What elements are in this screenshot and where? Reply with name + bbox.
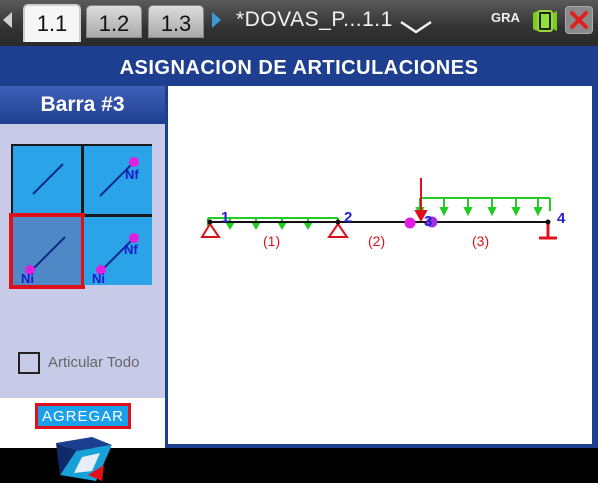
node-label: 1 <box>221 209 229 226</box>
member-line-icon <box>32 163 64 195</box>
member-start-hinge-icon: Ni <box>21 236 66 286</box>
distributed-load-3 <box>415 197 551 217</box>
hinge-option-both[interactable]: Nf Ni <box>84 217 152 286</box>
hinge-option-start[interactable]: Ni <box>9 213 85 289</box>
beam-diagram: 1 2 3 4 (1) (2) (3) <box>200 178 566 249</box>
tab-scroll-right-icon[interactable] <box>212 12 221 28</box>
start-node-label: Ni <box>92 271 105 285</box>
articulate-all-checkbox[interactable] <box>18 352 40 374</box>
member-label: (3) <box>472 233 489 249</box>
chevron-down-icon[interactable] <box>399 20 433 34</box>
end-node-label: Nf <box>124 242 138 257</box>
tab-1-1[interactable]: 1.1 <box>23 4 81 42</box>
angle-mode-indicator: GRA <box>491 10 520 25</box>
add-button[interactable]: AGREGAR <box>35 403 131 429</box>
tab-1-3[interactable]: 1.3 <box>148 5 204 38</box>
tab-scroll-left-icon[interactable] <box>3 12 12 28</box>
member-both-hinges-icon: Nf Ni <box>92 233 139 286</box>
articulate-all-label: Articular Todo <box>48 354 140 371</box>
tab-1-2[interactable]: 1.2 <box>86 5 142 38</box>
document-title[interactable]: *DOVAS_P...1.1 <box>236 8 393 32</box>
app-logo-icon <box>56 437 112 481</box>
hinge-option-grid: Nf Ni Nf Ni <box>9 144 152 289</box>
close-button[interactable] <box>565 6 593 34</box>
fixed-support-icon <box>539 223 557 240</box>
top-bar: 1.1 1.2 1.3 *DOVAS_P...1.1 GRA <box>0 0 598 46</box>
hinge-option-none[interactable] <box>13 146 81 214</box>
member-header: Barra #3 <box>0 86 165 124</box>
node-point <box>545 219 551 225</box>
node-label: 4 <box>557 210 566 227</box>
end-node-label: Nf <box>125 167 139 182</box>
app-window: ASIGNACION DE ARTICULACIONES Barra #3 Nf <box>0 46 598 481</box>
battery-icon <box>533 10 557 32</box>
member-label: (1) <box>263 233 280 249</box>
node-label: 2 <box>344 209 352 226</box>
node-point <box>335 219 341 225</box>
structure-canvas[interactable]: 1 2 3 4 (1) (2) (3) <box>168 86 592 444</box>
node-label: 3 <box>424 213 432 230</box>
close-icon <box>570 11 588 29</box>
member-end-hinge-icon: Nf <box>99 157 139 197</box>
start-node-label: Ni <box>21 271 34 285</box>
node-point <box>207 219 213 225</box>
hinge-option-end[interactable]: Nf <box>84 146 152 214</box>
hinge-marker <box>404 217 416 229</box>
member-label: (2) <box>368 233 385 249</box>
page-title: ASIGNACION DE ARTICULACIONES <box>119 57 479 79</box>
pin-support-icon <box>200 222 221 238</box>
sidebar: Barra #3 Nf Ni Nf Ni Articular Todo AGRE… <box>0 86 165 481</box>
